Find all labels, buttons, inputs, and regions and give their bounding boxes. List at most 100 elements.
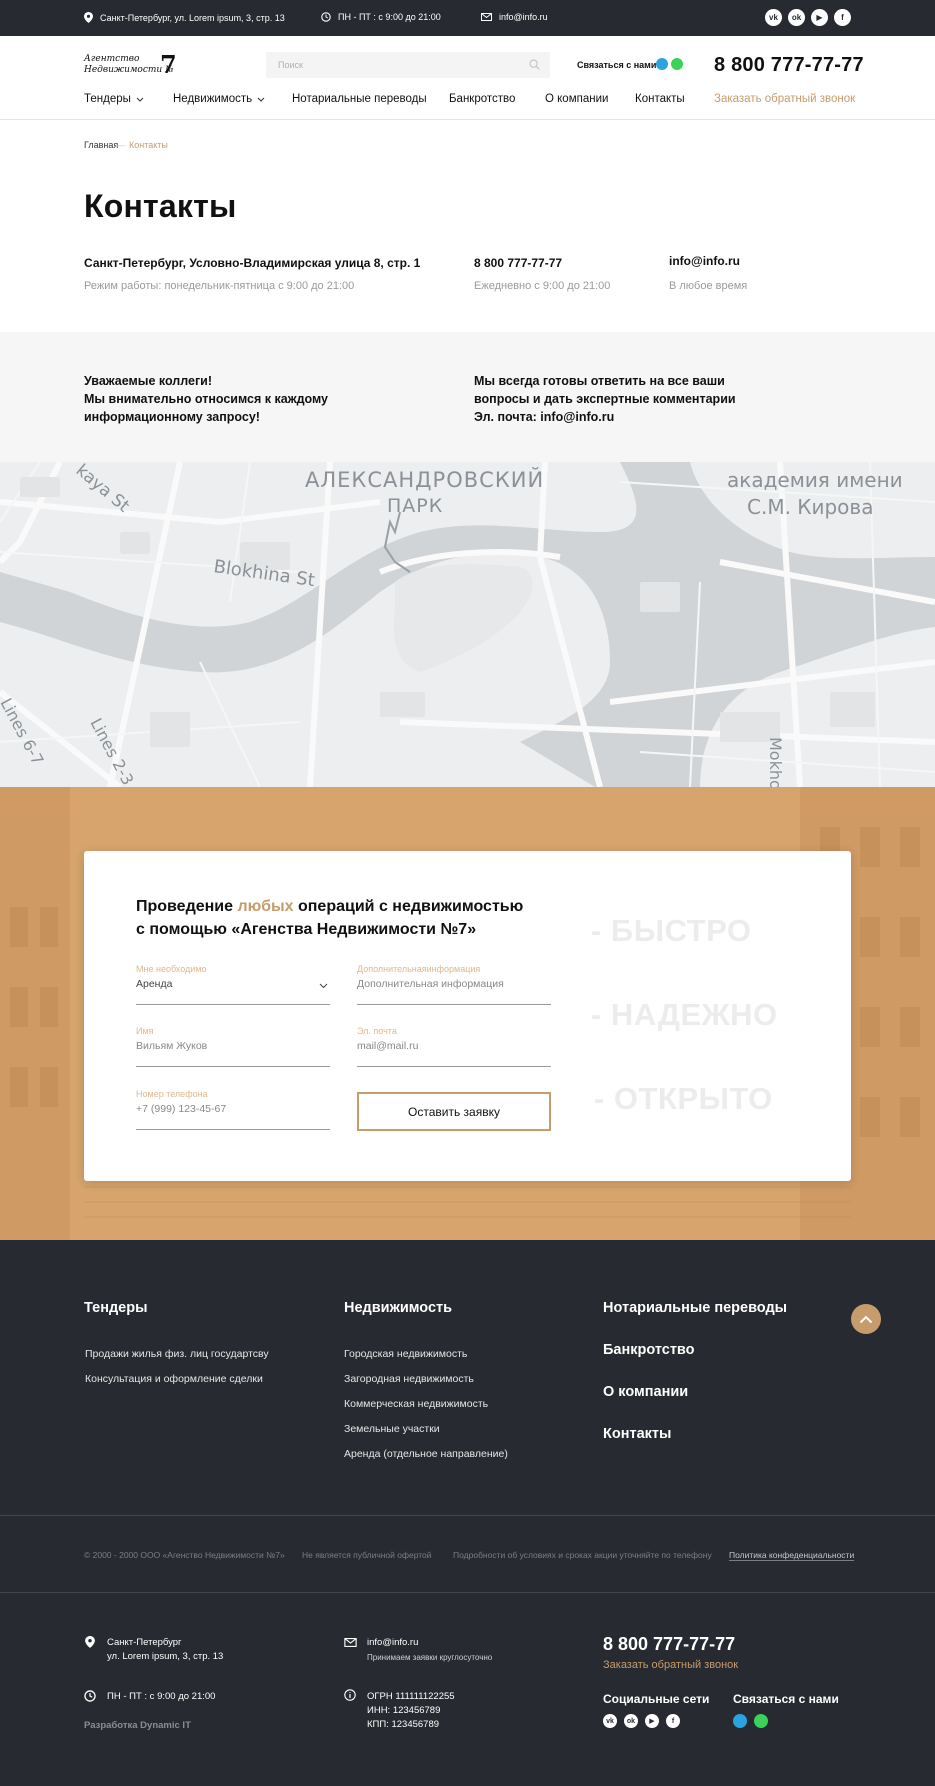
email-underline <box>357 1066 551 1067</box>
footer-hours: ПН - ПТ : с 9:00 до 21:00 <box>107 1691 216 1702</box>
office-address: Санкт-Петербург, Условно-Владимирская ул… <box>84 256 421 270</box>
email-input[interactable]: mail@mail.ru <box>357 1040 418 1052</box>
telegram-icon[interactable] <box>733 1714 747 1728</box>
band-right-text: Мы всегда готовы ответить на все ваши во… <box>474 374 736 424</box>
extra-label: Дополнительнаяинформация <box>357 964 481 974</box>
map-label-park-2: ПАРК <box>387 495 443 517</box>
telegram-icon[interactable] <box>656 58 668 70</box>
top-bar: Санкт-Петербург, ул. Lorem ipsum, 3, стр… <box>0 0 935 36</box>
footer-link[interactable]: Городская недвижимость <box>344 1348 467 1360</box>
footer-link[interactable]: Загородная недвижимость <box>344 1373 474 1385</box>
nav-notary[interactable]: Нотариальные переводы <box>292 93 427 105</box>
map-label-academy-2: С.М. Кирова <box>747 495 873 519</box>
topbar-email[interactable]: info@info.ru <box>481 12 548 22</box>
email-hours: В любое время <box>669 280 748 292</box>
topbar-hours: ПН - ПТ : с 9:00 до 21:00 <box>321 12 441 22</box>
footer-link[interactable]: Коммерческая недвижимость <box>344 1398 488 1410</box>
developer-credit[interactable]: Разработка Dynamic IT <box>84 1719 191 1733</box>
header-phone[interactable]: 8 800 777-77-77 <box>714 54 864 77</box>
footer-about-link[interactable]: О компании <box>603 1384 688 1400</box>
nav-bankruptcy[interactable]: Банкротство <box>449 93 515 105</box>
contact-us-label: Связаться с нами <box>577 60 657 70</box>
breadcrumb-current: Контакты <box>129 140 168 150</box>
promo-note: Подробности об условиях и сроках акции у… <box>453 1550 712 1560</box>
phone-input[interactable]: +7 (999) 123-45-67 <box>136 1103 226 1115</box>
whatsapp-icon[interactable] <box>671 58 683 70</box>
vk-icon[interactable]: vk <box>603 1714 617 1728</box>
map-label-mokho: Mokho <box>766 737 785 787</box>
clock-icon <box>84 1690 96 1702</box>
nav-tenders[interactable]: Тендеры <box>84 93 144 105</box>
map-label-park: АЛЕКСАНДРОВСКИЙ <box>305 467 544 492</box>
footer-street: ул. Lorem ipsum, 3, стр. 13 <box>107 1651 224 1662</box>
footer-notary-link[interactable]: Нотариальные переводы <box>603 1300 787 1316</box>
site-footer: Тендеры Продажи жилья физ. лиц государтс… <box>0 1240 935 1786</box>
slogan-fast: - БЫСТРО <box>591 913 752 948</box>
odnoklassniki-icon[interactable]: ok <box>788 9 805 26</box>
footer-link[interactable]: Продажи жилья физ. лиц государтсву <box>85 1348 269 1360</box>
nav-real-estate[interactable]: Недвижимость <box>173 93 265 105</box>
breadcrumb-separator: — <box>116 140 125 150</box>
band-left-text: Уважаемые коллеги! Мы внимательно относи… <box>84 374 329 424</box>
slogan-open: - ОТКРЫТО <box>594 1081 773 1116</box>
youtube-icon[interactable]: ▶ <box>811 9 828 26</box>
footer-contacts-link[interactable]: Контакты <box>603 1426 671 1442</box>
chevron-down-icon <box>136 97 144 102</box>
footer-link[interactable]: Консультация и оформление сделки <box>85 1373 263 1385</box>
page-title: Контакты <box>84 188 237 224</box>
facebook-icon[interactable]: f <box>666 1714 680 1728</box>
search-input[interactable]: Поиск <box>266 52 550 78</box>
nav-about[interactable]: О компании <box>545 93 608 105</box>
footer-tenders-title[interactable]: Тендеры <box>84 1300 147 1316</box>
phone-label: Номер телефона <box>136 1089 208 1099</box>
footer-divider <box>0 1592 935 1593</box>
name-underline <box>136 1066 330 1067</box>
breadcrumb-home[interactable]: Главная <box>84 140 118 150</box>
email-label: Эл. почта <box>357 1026 397 1036</box>
info-band: Уважаемые коллеги! Мы внимательно относи… <box>0 332 935 462</box>
contact-phone[interactable]: 8 800 777-77-77 <box>474 256 562 270</box>
privacy-policy-link[interactable]: Политика конфеденциальности <box>729 1550 855 1561</box>
footer-ogrn: ОГРН 111111122255 <box>367 1691 455 1702</box>
odnoklassniki-icon[interactable]: ok <box>624 1714 638 1728</box>
footer-phone[interactable]: 8 800 777-77-77 <box>603 1634 735 1655</box>
footer-inn: ИНН: 123456789 <box>367 1705 441 1716</box>
mail-icon <box>481 13 492 21</box>
request-section: Проведение любых операций с недвижимость… <box>0 787 935 1240</box>
footer-email[interactable]: info@info.ru <box>367 1636 418 1650</box>
phone-hours: Ежедневно с 9:00 до 21:00 <box>474 280 611 292</box>
location-pin-icon <box>85 1636 95 1648</box>
map-label-academy: академия имени <box>727 468 903 492</box>
map[interactable]: АЛЕКСАНДРОВСКИЙ ПАРК академия имени С.М.… <box>0 462 935 787</box>
location-pin-icon <box>84 12 93 23</box>
footer-link[interactable]: Аренда (отдельное направление) <box>344 1448 508 1460</box>
office-hours: Режим работы: понедельник-пятница с 9:00… <box>84 280 355 292</box>
logo[interactable]: Агентство Недвижимости № 7 <box>84 52 177 82</box>
site-header: Агентство Недвижимости № 7 Поиск Связать… <box>0 36 935 120</box>
need-select[interactable]: Аренда <box>136 977 330 997</box>
scroll-top-button[interactable] <box>851 1304 881 1334</box>
footer-realestate-title[interactable]: Недвижимость <box>344 1300 452 1316</box>
submit-request-button[interactable]: Оставить заявку <box>357 1092 551 1131</box>
slogan-reliable: - НАДЕЖНО <box>591 997 778 1032</box>
phone-underline <box>136 1129 330 1130</box>
offer-note: Не является публичной офертой <box>302 1550 432 1560</box>
vk-icon[interactable]: vk <box>765 9 782 26</box>
extra-input[interactable]: Дополнительная информация <box>357 978 504 990</box>
name-input[interactable]: Вильям Жуков <box>136 1040 207 1052</box>
search-icon[interactable] <box>529 59 540 70</box>
youtube-icon[interactable]: ▶ <box>645 1714 659 1728</box>
map-canvas[interactable]: АЛЕКСАНДРОВСКИЙ ПАРК академия имени С.М.… <box>0 462 935 787</box>
copyright: © 2000 - 2000 ООО «Агенство Недвижимости… <box>84 1550 285 1560</box>
extra-underline <box>357 1004 551 1005</box>
whatsapp-icon[interactable] <box>754 1714 768 1728</box>
chevron-up-icon <box>859 1315 873 1323</box>
footer-callback-link[interactable]: Заказать обратный звонок <box>603 1659 738 1671</box>
contact-email[interactable]: info@info.ru <box>669 254 740 268</box>
nav-callback-link[interactable]: Заказать обратный звонок <box>714 93 855 105</box>
facebook-icon[interactable]: f <box>834 9 851 26</box>
footer-bankruptcy-link[interactable]: Банкротство <box>603 1342 695 1358</box>
footer-link[interactable]: Земельные участки <box>344 1423 440 1435</box>
clock-icon <box>321 12 331 22</box>
nav-contacts[interactable]: Контакты <box>635 93 685 105</box>
